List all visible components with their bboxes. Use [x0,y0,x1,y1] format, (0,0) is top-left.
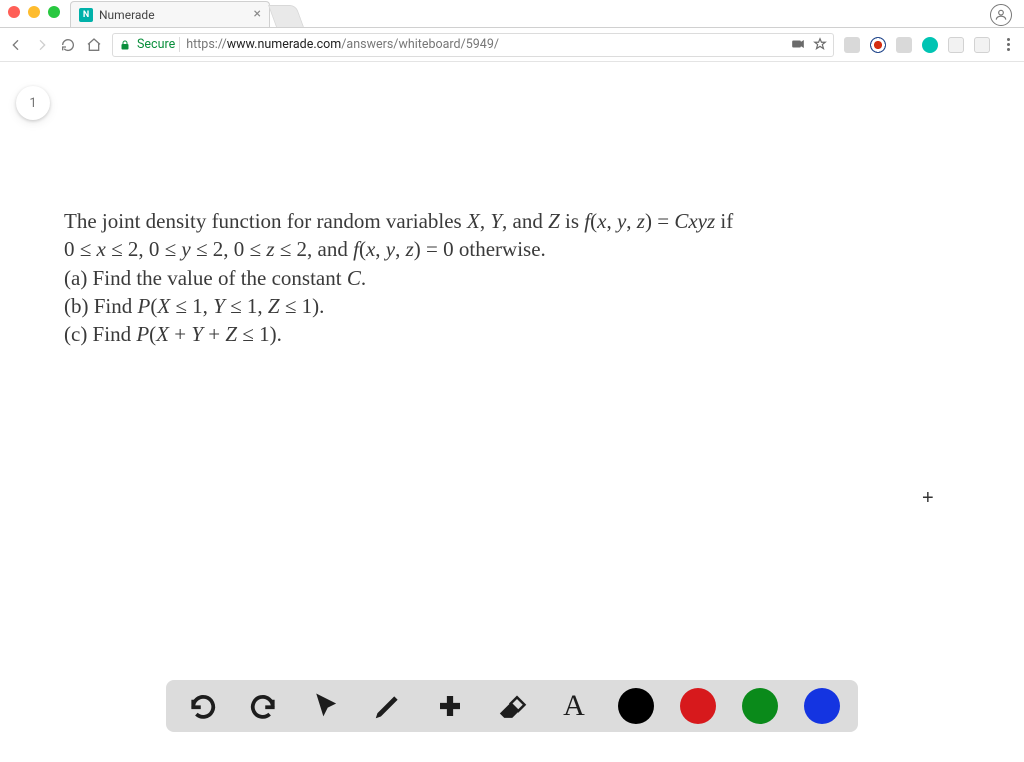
forward-button[interactable] [34,37,50,53]
extension-icon-1[interactable] [844,37,860,53]
minimize-window-button[interactable] [28,6,40,18]
color-blue-button[interactable] [804,688,840,724]
undo-button[interactable] [184,688,220,724]
extension-icon-2[interactable] [870,37,886,53]
redo-button[interactable] [246,688,282,724]
slide-number-badge[interactable]: 1 [16,86,50,120]
reload-button[interactable] [60,37,76,53]
lock-icon [119,39,131,51]
home-button[interactable] [86,37,102,53]
back-button[interactable] [8,37,24,53]
cursor-crosshair: + [922,487,934,510]
url-display: https://www.numerade.com/answers/whitebo… [186,37,499,52]
favicon-letter: N [83,10,89,20]
text-tool-label: A [563,689,585,723]
slide-number: 1 [29,96,36,111]
address-bar[interactable]: Secure https://www.numerade.com/answers/… [112,33,834,57]
color-green-button[interactable] [742,688,778,724]
browser-tab-numerade[interactable]: N Numerade × [70,1,270,27]
color-black-button[interactable] [618,688,654,724]
bookmark-star-icon[interactable] [813,37,827,51]
tab-favicon: N [79,8,93,22]
pointer-tool-button[interactable] [308,688,344,724]
text-tool-button[interactable]: A [556,688,592,724]
close-tab-button[interactable]: × [254,7,261,21]
extension-icon-6[interactable] [974,37,990,53]
color-red-button[interactable] [680,688,716,724]
close-window-button[interactable] [8,6,20,18]
extension-icons [844,37,1016,53]
maximize-window-button[interactable] [48,6,60,18]
camera-icon[interactable] [791,37,805,51]
browser-toolbar: Secure https://www.numerade.com/answers/… [0,28,1024,62]
extension-icon-5[interactable] [948,37,964,53]
add-tool-button[interactable] [432,688,468,724]
tab-strip: N Numerade × [0,0,1024,28]
secure-label: Secure [137,37,180,52]
new-tab-button[interactable] [268,5,304,27]
whiteboard-toolbar: A [166,680,858,732]
tab-title: Numerade [99,8,155,22]
extension-icon-4[interactable] [922,37,938,53]
eraser-tool-button[interactable] [494,688,530,724]
chrome-menu-button[interactable] [1000,38,1016,51]
extension-icon-3[interactable] [896,37,912,53]
window-controls [8,6,60,18]
pencil-tool-button[interactable] [370,688,406,724]
profile-button[interactable] [990,4,1012,26]
problem-text: The joint density function for random va… [0,62,1024,349]
